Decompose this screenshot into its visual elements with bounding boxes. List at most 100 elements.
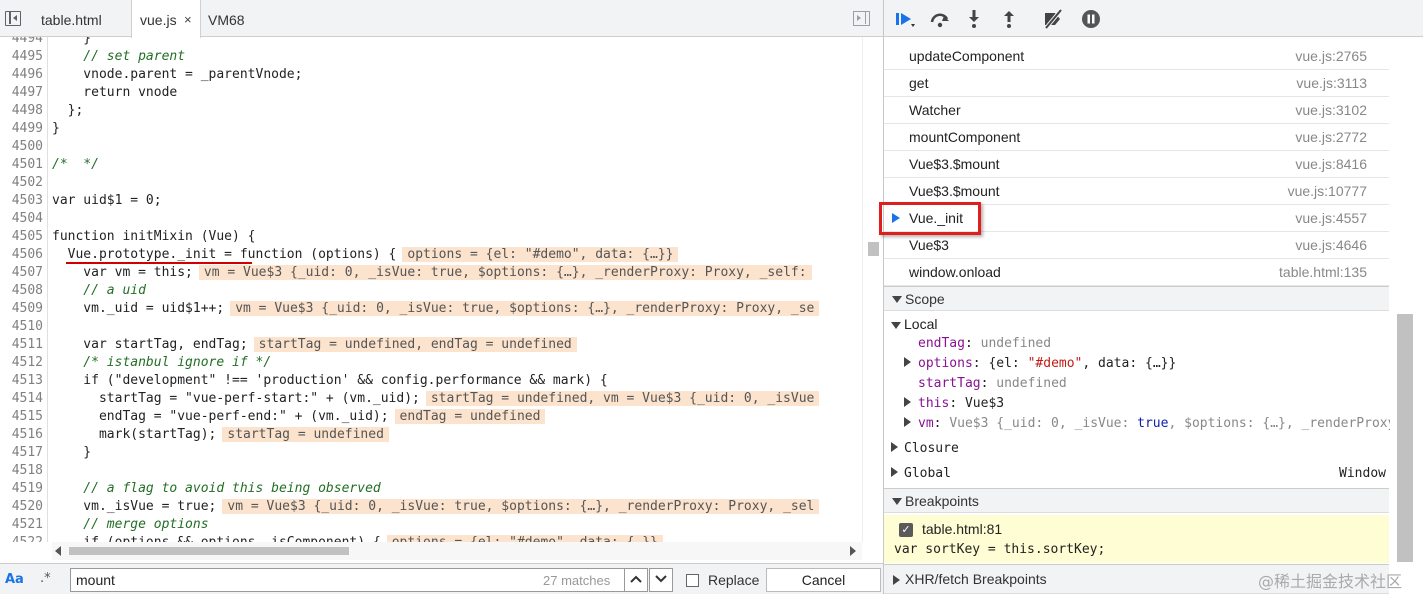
line-number[interactable]: 4502 [0,174,48,192]
frame-location[interactable]: table.html:135 [1279,259,1367,286]
inline-value-badge[interactable]: startTag = undefined, vm = Vue$3 {_uid: … [425,391,820,406]
tab-vue-js[interactable]: vue.js × [131,0,201,38]
next-match-button[interactable] [649,568,673,592]
code-line[interactable]: 4522 if (options && options._isComponent… [0,534,862,542]
scope-var-this[interactable]: this: Vue$3 [904,394,1004,414]
scroll-left-icon[interactable] [55,546,61,556]
line-number[interactable]: 4517 [0,444,48,462]
code-line[interactable]: 4508 // a uid [0,282,862,300]
call-frame[interactable]: Vue._init vue.js:4557 [879,202,1389,235]
line-number[interactable]: 4516 [0,426,48,444]
line-number[interactable]: 4496 [0,66,48,84]
code-line[interactable]: 4502 [0,174,862,192]
toggle-navigator-icon[interactable] [5,11,21,26]
cancel-button[interactable]: Cancel [766,568,881,592]
line-number[interactable]: 4515 [0,408,48,426]
line-number[interactable]: 4519 [0,480,48,498]
frame-location[interactable]: vue.js:2765 [1295,43,1367,70]
code-line[interactable]: 4521 // merge options [0,516,862,534]
breakpoint-item[interactable]: ✓ table.html:81 var sortKey = this.sortK… [884,515,1389,563]
scope-var-starttag[interactable]: startTag: undefined [918,374,1067,394]
code-line[interactable]: 4514 startTag = "vue-perf-start:" + (vm.… [0,390,862,408]
frame-location[interactable]: vue.js:4646 [1295,232,1367,259]
code-line[interactable]: 4494 } [0,37,862,48]
sidebar-scrollbar[interactable] [1390,37,1423,594]
line-number[interactable]: 4506 [0,246,48,264]
scope-section-header[interactable]: Scope [884,286,1389,311]
line-number[interactable]: 4509 [0,300,48,318]
code-line[interactable]: 4510 [0,318,862,336]
inline-value-badge[interactable]: startTag = undefined, endTag = undefined [253,337,577,352]
code-line[interactable]: 4501 /* */ [0,156,862,174]
code-line[interactable]: 4512 /* istanbul ignore if */ [0,354,862,372]
editor-vertical-scrollbar[interactable] [862,37,883,542]
call-frame[interactable]: Vue$3 vue.js:4646 [884,232,1389,259]
breakpoint-checkbox[interactable]: ✓ [899,523,913,537]
inline-value-badge[interactable]: vm = Vue$3 {_uid: 0, _isVue: true, $opti… [198,265,812,280]
scroll-right-icon[interactable] [850,546,856,556]
inline-value-badge[interactable]: endTag = undefined [394,409,546,424]
previous-match-button[interactable] [624,568,648,592]
code-line[interactable]: 4495 // set parent [0,48,862,66]
scope-var-endtag[interactable]: endTag: undefined [918,334,1051,354]
inline-value-badge[interactable]: options = {el: "#demo", data: {…}} [386,535,663,542]
scroll-thumb[interactable] [1397,314,1413,562]
line-number[interactable]: 4499 [0,120,48,138]
code-line[interactable]: 4518 [0,462,862,480]
call-frame[interactable]: window.onload table.html:135 [884,259,1389,286]
line-number[interactable]: 4521 [0,516,48,534]
close-tab-icon[interactable]: × [184,0,192,40]
inline-value-badge[interactable]: vm = Vue$3 {_uid: 0, _isVue: true, $opti… [222,499,820,514]
replace-checkbox[interactable] [686,574,699,587]
editor-horizontal-scrollbar[interactable] [52,542,862,560]
frame-location[interactable]: vue.js:10777 [1288,178,1367,205]
line-number[interactable]: 4512 [0,354,48,372]
scope-global[interactable]: Global Window [891,464,1386,484]
code-line[interactable]: 4504 [0,210,862,228]
scope-var-options[interactable]: options: {el: "#demo", data: {…}} [904,354,1176,374]
deactivate-breakpoints-icon[interactable] [1042,9,1064,29]
code-line[interactable]: 4498 }; [0,102,862,120]
code-line[interactable]: 4499} [0,120,862,138]
line-number[interactable]: 4500 [0,138,48,156]
code-line[interactable]: 4507 var vm = this; vm = Vue$3 {_uid: 0, … [0,264,862,282]
inline-value-badge[interactable]: startTag = undefined [222,427,389,442]
scroll-thumb[interactable] [69,547,349,555]
line-number[interactable]: 4511 [0,336,48,354]
tab-vm68[interactable]: VM68 [208,0,245,37]
line-number[interactable]: 4522 [0,534,48,542]
line-number[interactable]: 4498 [0,102,48,120]
line-number[interactable]: 4513 [0,372,48,390]
code-editor[interactable]: 4494 } 4495 // set parent 4496 vnode.paren… [0,37,862,542]
pause-on-exceptions-icon[interactable] [1080,9,1102,29]
call-frame[interactable]: updateComponent vue.js:2765 [884,43,1389,70]
breakpoints-section-header[interactable]: Breakpoints [884,488,1389,513]
code-line[interactable]: 4505 function initMixin (Vue) { [0,228,862,246]
resume-icon[interactable] [894,9,916,29]
step-into-icon[interactable] [963,9,985,29]
call-frame[interactable]: Vue$3.$mount vue.js:8416 [884,151,1389,178]
step-over-icon[interactable] [929,9,951,29]
scope-var-vm[interactable]: vm: Vue$3 {_uid: 0, _isVue: true, $optio… [904,414,1423,434]
inline-value-badge[interactable]: options = {el: "#demo", data: {…}} [402,247,679,262]
step-out-icon[interactable] [998,9,1020,29]
code-line[interactable]: 4496 vnode.parent = _parentVnode; [0,66,862,84]
line-number[interactable]: 4503 [0,192,48,210]
call-frame[interactable]: mountComponent vue.js:2772 [884,124,1389,151]
call-frame[interactable]: Watcher vue.js:3102 [884,97,1389,124]
line-number[interactable]: 4510 [0,318,48,336]
line-number[interactable]: 4495 [0,48,48,66]
code-line[interactable]: 4515 endTag = "vue-perf-end:" + (vm._uid… [0,408,862,426]
line-number[interactable]: 4494 [0,37,48,48]
match-case-toggle[interactable]: Aa [5,572,24,587]
line-number[interactable]: 4504 [0,210,48,228]
line-number[interactable]: 4505 [0,228,48,246]
frame-location[interactable]: vue.js:3102 [1295,97,1367,124]
line-number[interactable]: 4518 [0,462,48,480]
line-number[interactable]: 4514 [0,390,48,408]
code-line[interactable]: 4513 if ("development" !== 'production' … [0,372,862,390]
code-line[interactable]: 4519 // a flag to avoid this being obser… [0,480,862,498]
scroll-thumb[interactable] [868,242,879,256]
call-frame[interactable]: Vue$3.$mount vue.js:10777 [884,178,1389,205]
code-line[interactable]: 4520 vm._isVue = true; vm = Vue$3 {_uid: … [0,498,862,516]
